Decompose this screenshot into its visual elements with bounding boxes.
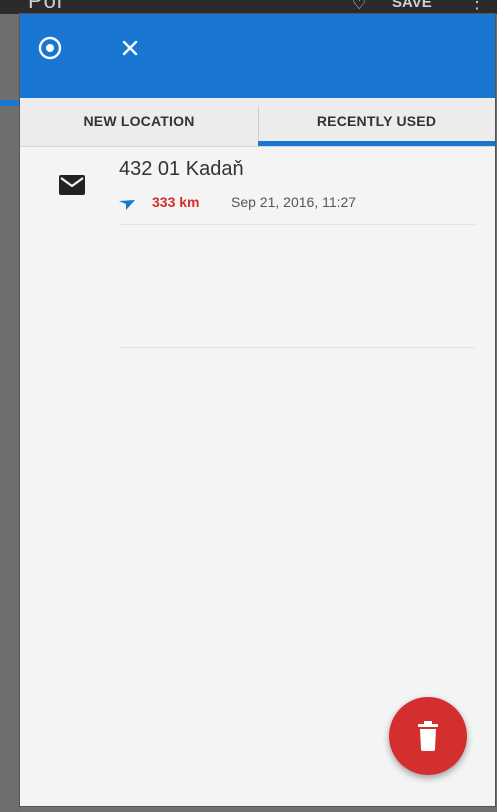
list-divider: [119, 224, 475, 225]
delete-history-button[interactable]: [389, 697, 467, 775]
dialog-header: [20, 14, 495, 98]
mail-icon: [58, 174, 86, 196]
active-tab-indicator: [258, 141, 495, 146]
close-icon: [122, 40, 138, 56]
location-picker-dialog: NEW LOCATION RECENTLY USED 432 01 Kadaň …: [20, 14, 495, 806]
tab-bar: NEW LOCATION RECENTLY USED: [20, 98, 495, 147]
background-title: Poi: [28, 0, 63, 13]
direction-arrow-icon: [119, 200, 135, 210]
background-save-button: SAVE: [392, 0, 432, 11]
my-location-button[interactable]: [36, 34, 64, 62]
list-item[interactable]: 432 01 Kadaň 333 km Sep 21, 2016, 11:27: [20, 150, 495, 228]
close-button[interactable]: [116, 34, 144, 62]
my-location-icon: [38, 36, 62, 60]
heart-outline-icon: ♡: [352, 0, 367, 13]
tab-recently-used[interactable]: RECENTLY USED: [258, 98, 495, 146]
tab-new-location[interactable]: NEW LOCATION: [20, 98, 258, 146]
background-app-bar: Poi ♡ SAVE ⋮: [0, 0, 497, 14]
background-scrim: [0, 14, 20, 812]
background-tab-indicator: [0, 100, 20, 106]
distance-label: 333 km: [152, 194, 200, 210]
more-vert-icon: ⋮: [468, 0, 486, 12]
list-divider: [119, 347, 475, 348]
timestamp-label: Sep 21, 2016, 11:27: [231, 194, 357, 210]
trash-icon: [418, 721, 438, 751]
list-item-title: 432 01 Kadaň: [119, 158, 244, 180]
